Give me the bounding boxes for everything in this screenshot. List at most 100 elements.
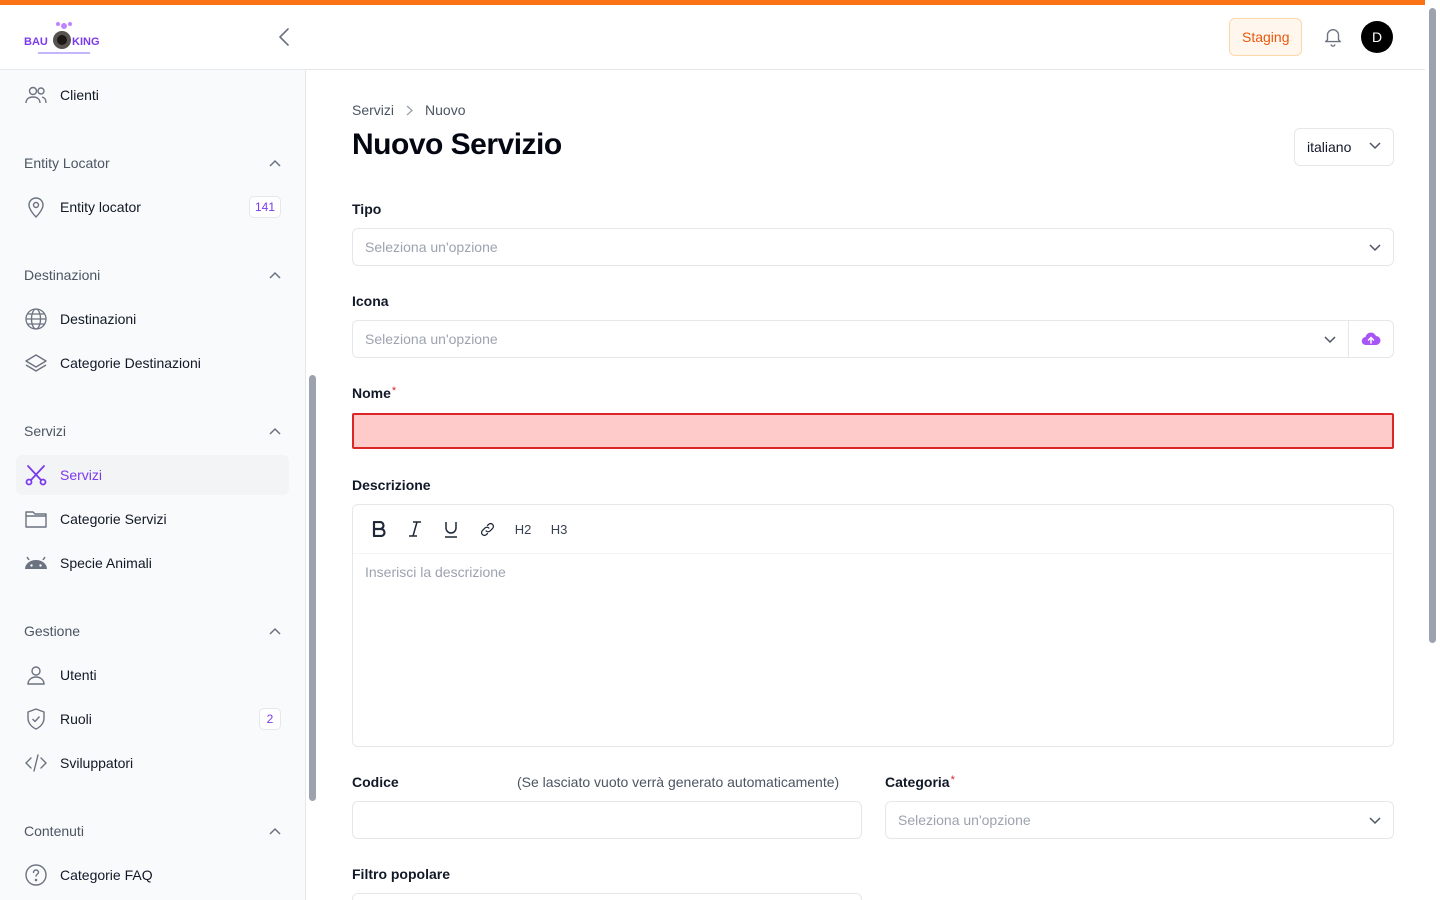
- sidebar-item-label: Servizi: [60, 467, 103, 483]
- svg-text:BAU: BAU: [24, 36, 48, 48]
- main-content: [320, 70, 1425, 900]
- group-title: Gestione: [24, 623, 81, 639]
- user-icon: [24, 663, 48, 687]
- heading-3-button[interactable]: H3: [547, 517, 571, 541]
- chevron-up-icon: [269, 271, 281, 279]
- descrizione-editor[interactable]: H2 H3 Inserisci la descrizione: [352, 504, 1394, 747]
- chevron-down-icon: [1324, 336, 1336, 344]
- chevron-up-icon: [269, 159, 281, 167]
- notifications-bell-icon[interactable]: [1322, 26, 1344, 48]
- descrizione-placeholder: Inserisci la descrizione: [365, 564, 506, 580]
- collapse-sidebar-button[interactable]: [274, 25, 294, 49]
- breadcrumb-parent[interactable]: Servizi: [352, 102, 394, 118]
- sidebar-item-categorie-faq[interactable]: Categorie FAQ: [16, 855, 289, 895]
- sidebar-item-entity-locator[interactable]: Entity locator 141: [16, 187, 289, 227]
- sidebar-item-label: Categorie Destinazioni: [60, 355, 201, 371]
- group-title: Servizi: [24, 423, 67, 439]
- required-mark: *: [950, 774, 955, 786]
- icona-label: Icona: [352, 293, 389, 309]
- nome-input[interactable]: [352, 413, 1394, 449]
- upload-icon-button[interactable]: [1348, 320, 1394, 358]
- descrizione-label: Descrizione: [352, 477, 431, 493]
- codice-label: Codice: [352, 774, 399, 790]
- count-badge: 141: [248, 196, 281, 218]
- breadcrumb-current: Nuovo: [425, 102, 466, 118]
- sidebar-item-servizi[interactable]: Servizi: [16, 455, 289, 495]
- filtro-popolare-label: Filtro popolare: [352, 866, 450, 882]
- page-title: Nuovo Servizio: [352, 128, 562, 161]
- sidebar-item-clienti[interactable]: Clienti: [16, 75, 289, 115]
- group-title: Contenuti: [24, 823, 84, 839]
- tipo-label: Tipo: [352, 201, 382, 217]
- categoria-label: Categoria*: [885, 774, 955, 790]
- sidebar-item-categorie-servizi[interactable]: Categorie Servizi: [16, 499, 289, 539]
- tipo-placeholder: Seleziona un'opzione: [365, 239, 498, 255]
- filtro-popolare-input[interactable]: [352, 893, 862, 900]
- editor-toolbar: H2 H3: [353, 505, 1393, 554]
- group-title: Entity Locator: [24, 155, 110, 171]
- nome-label: Nome*: [352, 385, 397, 401]
- language-value: italiano: [1307, 139, 1352, 155]
- italic-icon[interactable]: [403, 517, 427, 541]
- chevron-up-icon: [269, 627, 281, 635]
- chevron-down-icon: [1369, 244, 1381, 252]
- icona-placeholder: Seleziona un'opzione: [365, 331, 498, 347]
- sidebar-item-label: Clienti: [60, 87, 99, 103]
- sidebar-item-label: Ruoli: [60, 711, 92, 727]
- sidebar-item-label: Sviluppatori: [60, 755, 134, 771]
- categoria-placeholder: Seleziona un'opzione: [898, 812, 1031, 828]
- tipo-select[interactable]: Seleziona un'opzione: [352, 228, 1394, 266]
- users-icon: [24, 83, 48, 107]
- sidebar-item-specie-animali[interactable]: Specie Animali: [16, 543, 289, 583]
- sidebar-item-label: Utenti: [60, 667, 97, 683]
- sidebar-item-label: Categorie Servizi: [60, 511, 167, 527]
- sidebar-item-destinazioni[interactable]: Destinazioni: [16, 299, 289, 339]
- group-title: Destinazioni: [24, 267, 101, 283]
- layers-icon: [24, 351, 48, 375]
- chevron-up-icon: [269, 827, 281, 835]
- underline-icon[interactable]: [439, 517, 463, 541]
- sidebar-item-utenti[interactable]: Utenti: [16, 655, 289, 695]
- breadcrumb: Servizi Nuovo: [352, 102, 465, 118]
- icona-select[interactable]: Seleziona un'opzione: [352, 320, 1349, 358]
- sidebar-item-label: Destinazioni: [60, 311, 137, 327]
- codice-input[interactable]: [352, 801, 862, 839]
- sidebar-item-categorie-destinazioni[interactable]: Categorie Destinazioni: [16, 343, 289, 383]
- sidebar-scrollbar[interactable]: [309, 375, 316, 801]
- categoria-select[interactable]: Seleziona un'opzione: [885, 801, 1394, 839]
- chevron-up-icon: [269, 427, 281, 435]
- sidebar-item-label: Entity locator: [60, 199, 141, 215]
- chevron-down-icon: [1369, 817, 1381, 825]
- chevron-left-icon: [279, 28, 289, 46]
- android-icon: [24, 551, 48, 575]
- chevron-right-icon: [406, 104, 414, 116]
- sidebar-group-gestione[interactable]: Gestione: [24, 621, 281, 641]
- globe-icon: [24, 307, 48, 331]
- page-scrollbar[interactable]: [1429, 8, 1436, 643]
- heading-2-button[interactable]: H2: [511, 517, 535, 541]
- sidebar-item-label: Specie Animali: [60, 555, 152, 571]
- map-pin-icon: [24, 195, 48, 219]
- codice-hint: (Se lasciato vuoto verrà generato automa…: [517, 774, 840, 790]
- count-badge: 2: [259, 708, 281, 730]
- sidebar-group-contenuti[interactable]: Contenuti: [24, 821, 281, 841]
- shield-check-icon: [24, 707, 48, 731]
- language-select[interactable]: italiano: [1294, 128, 1394, 166]
- scissors-icon: [24, 463, 48, 487]
- link-icon[interactable]: [475, 517, 499, 541]
- chevron-down-icon: [1369, 142, 1381, 150]
- staging-badge[interactable]: Staging: [1229, 18, 1303, 56]
- sidebar-item-ruoli[interactable]: Ruoli 2: [16, 699, 289, 739]
- sidebar-group-entity-locator[interactable]: Entity Locator: [24, 153, 281, 173]
- user-avatar[interactable]: D: [1361, 21, 1393, 53]
- folder-icon: [24, 507, 48, 531]
- sidebar-item-sviluppatori[interactable]: Sviluppatori: [16, 743, 289, 783]
- sidebar-group-destinazioni[interactable]: Destinazioni: [24, 265, 281, 285]
- cloud-upload-icon: [1361, 332, 1381, 346]
- bold-icon[interactable]: [367, 517, 391, 541]
- required-mark: *: [391, 385, 397, 397]
- sidebar-group-servizi[interactable]: Servizi: [24, 421, 281, 441]
- bauking-logo[interactable]: BAU KING: [24, 18, 106, 58]
- top-header: BAU KING Staging D: [0, 5, 1425, 70]
- question-circle-icon: [24, 863, 48, 887]
